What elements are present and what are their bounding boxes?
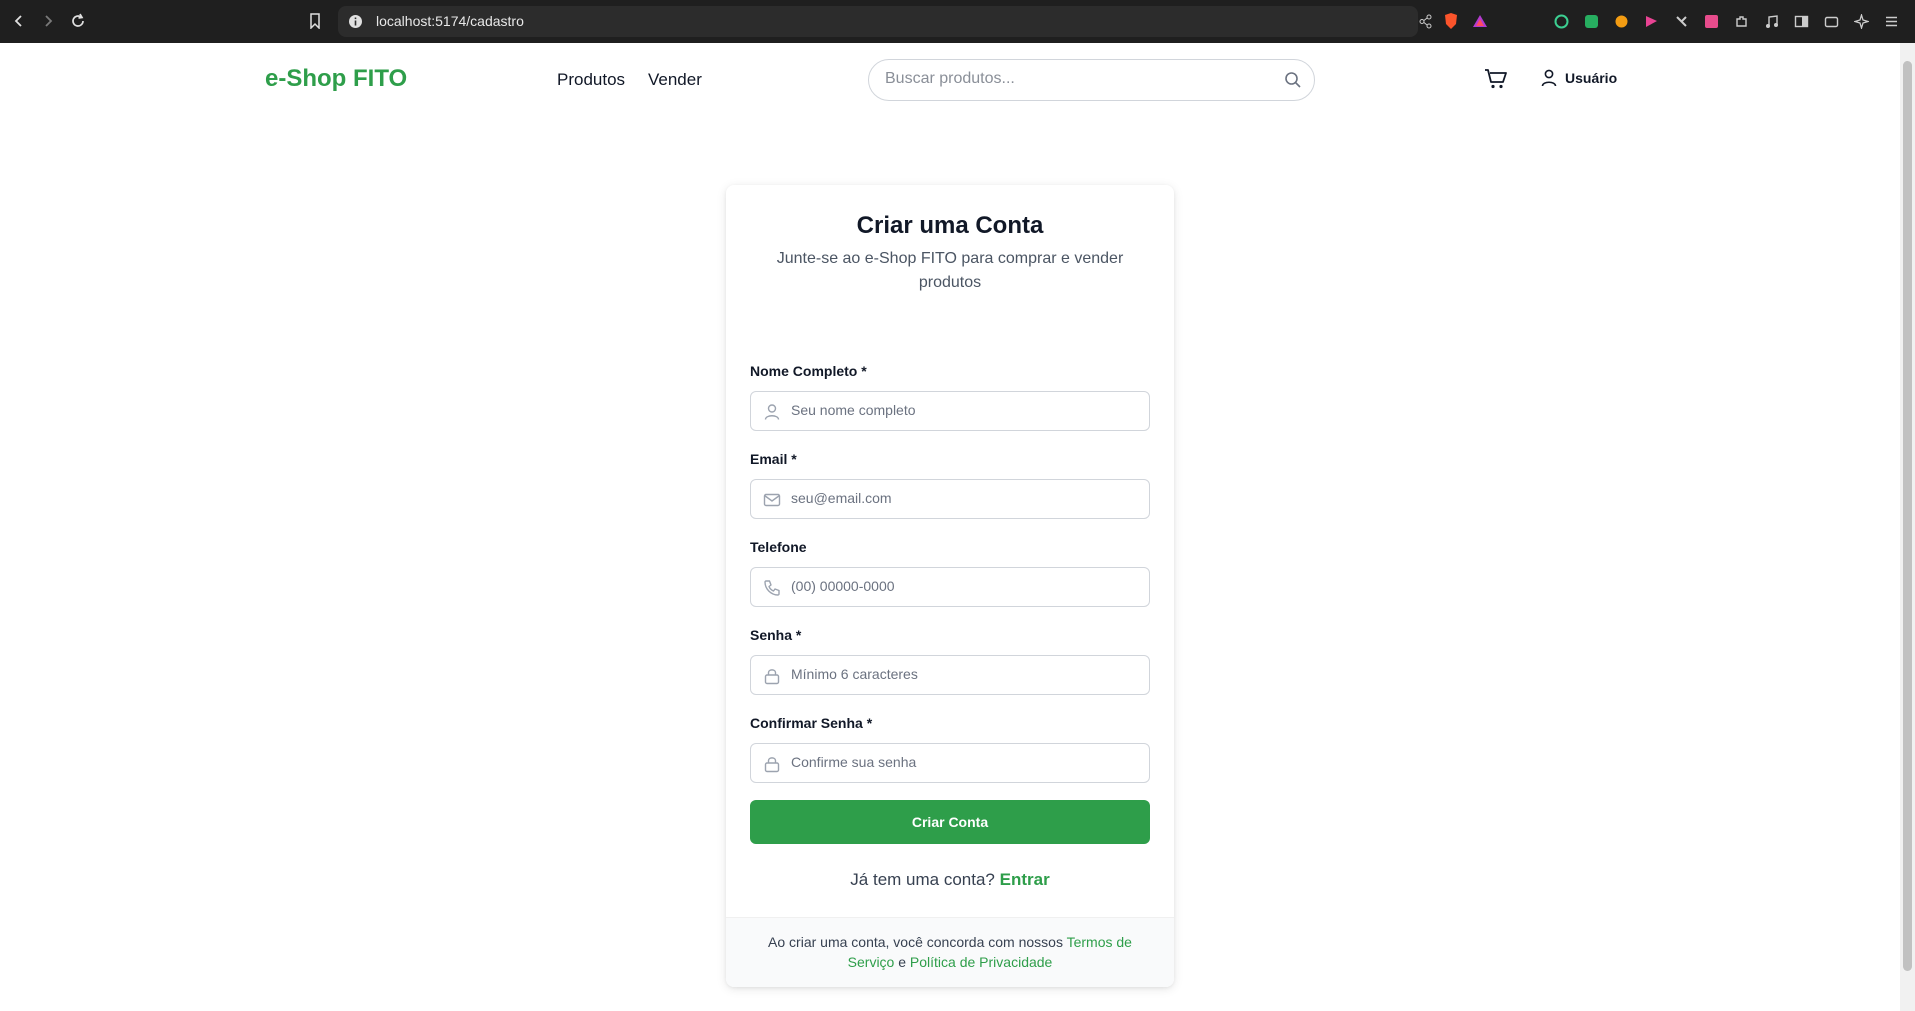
forward-icon[interactable] — [38, 11, 58, 31]
privacy-policy-link[interactable]: Política de Privacidade — [910, 954, 1052, 970]
phone-icon — [764, 580, 780, 596]
full-name-label: Nome Completo * — [750, 363, 867, 379]
lock-icon — [764, 669, 780, 685]
password-field[interactable] — [750, 655, 1150, 695]
cart-icon[interactable] — [1484, 68, 1508, 94]
puzzle-icon[interactable] — [1732, 12, 1751, 31]
full-name-field[interactable] — [750, 391, 1150, 431]
user-menu[interactable]: Usuário — [1541, 69, 1617, 87]
nav-link-produtos[interactable]: Produtos — [557, 70, 625, 90]
back-icon[interactable] — [9, 11, 29, 31]
phone-label: Telefone — [750, 539, 807, 555]
nav-link-vender[interactable]: Vender — [648, 70, 702, 90]
phone-field[interactable] — [750, 567, 1150, 607]
music-icon[interactable] — [1762, 12, 1781, 31]
page: e-Shop FITO Produtos Vender Usuário Cria… — [0, 43, 1900, 1011]
search-input[interactable] — [885, 70, 1265, 88]
login-link[interactable]: Entrar — [1000, 870, 1050, 889]
terms-and: e — [898, 954, 907, 970]
create-account-button[interactable]: Criar Conta — [750, 800, 1150, 844]
signup-card: Criar uma Conta Junte-se ao e-Shop FITO … — [726, 185, 1174, 987]
extension-icon[interactable] — [1612, 12, 1631, 31]
page-scrollbar[interactable] — [1900, 43, 1915, 1011]
email-input[interactable] — [791, 490, 1131, 506]
terms-text: Ao criar uma conta, você concorda com no… — [756, 932, 1144, 972]
page-title: Criar uma Conta — [856, 212, 1044, 239]
extension-icon[interactable] — [1552, 12, 1571, 31]
login-prompt: Já tem uma conta? Entrar — [726, 870, 1174, 890]
brave-shield-icon[interactable] — [1443, 12, 1459, 30]
password-label: Senha * — [750, 627, 802, 643]
email-label: Email * — [750, 451, 797, 467]
email-field[interactable] — [750, 479, 1150, 519]
phone-input[interactable] — [791, 578, 1131, 594]
login-prompt-text: Já tem uma conta? — [850, 870, 995, 889]
share-icon[interactable] — [1418, 14, 1433, 29]
scrollbar-thumb[interactable] — [1903, 61, 1912, 971]
user-icon — [1541, 69, 1557, 87]
site-info-icon[interactable] — [348, 14, 363, 29]
password-input[interactable] — [791, 666, 1131, 682]
terms-prefix: Ao criar uma conta, você concorda com no… — [768, 934, 1063, 950]
extension-icon[interactable] — [1582, 12, 1601, 31]
user-icon — [764, 404, 780, 420]
terms-footer: Ao criar uma conta, você concorda com no… — [726, 917, 1174, 987]
site-header: e-Shop FITO Produtos Vender Usuário — [0, 43, 1900, 117]
brave-rewards-icon[interactable] — [1472, 13, 1488, 29]
browser-toolbar: localhost:5174/cadastro — [0, 0, 1915, 43]
user-label: Usuário — [1565, 70, 1618, 86]
extension-icon[interactable] — [1672, 12, 1691, 31]
page-subtitle: Junte-se ao e-Shop FITO para comprar e v… — [776, 250, 1124, 291]
wallet-icon[interactable] — [1822, 12, 1841, 31]
url-text[interactable]: localhost:5174/cadastro — [376, 13, 524, 29]
confirm-password-field[interactable] — [750, 743, 1150, 783]
search-icon[interactable] — [1284, 71, 1302, 93]
confirm-password-input[interactable] — [791, 754, 1131, 770]
full-name-input[interactable] — [791, 402, 1131, 418]
sidebar-icon[interactable] — [1792, 12, 1811, 31]
confirm-password-label: Confirmar Senha * — [750, 715, 873, 731]
mail-icon — [763, 493, 781, 507]
extensions-bar — [1552, 12, 1901, 31]
site-logo[interactable]: e-Shop FITO — [265, 65, 407, 93]
reload-icon[interactable] — [68, 11, 88, 31]
address-bar[interactable]: localhost:5174/cadastro — [338, 6, 1487, 37]
bookmark-icon[interactable] — [305, 11, 325, 31]
ai-sparkle-icon[interactable] — [1852, 12, 1871, 31]
extension-icon[interactable] — [1702, 12, 1721, 31]
extension-icon[interactable] — [1642, 12, 1661, 31]
menu-icon[interactable] — [1882, 12, 1901, 31]
lock-icon — [764, 757, 780, 773]
search-bar — [868, 59, 1315, 101]
